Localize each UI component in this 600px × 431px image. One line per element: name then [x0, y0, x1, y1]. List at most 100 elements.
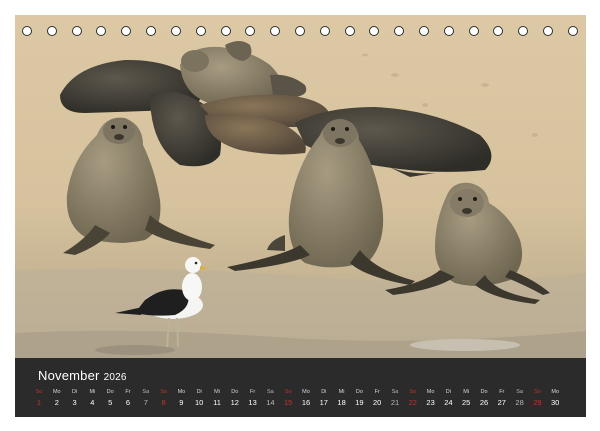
- weekday-label: Mi: [89, 389, 96, 395]
- weekday-label: Fr: [249, 389, 256, 395]
- year-label: 2026: [103, 372, 127, 383]
- weekday-label: Do: [480, 389, 488, 395]
- day-number: 25: [462, 398, 471, 407]
- calendar-day: Mi 4: [84, 388, 100, 408]
- binding-hole: [294, 26, 305, 36]
- day-number: 18: [337, 398, 346, 407]
- day-number: 29: [533, 398, 542, 407]
- calendar-day: Sa 28: [512, 388, 528, 408]
- binding-hole: [567, 26, 578, 36]
- day-number: 15: [284, 398, 293, 407]
- calendar-day: Sa 7: [138, 388, 154, 408]
- day-number: 24: [444, 398, 453, 407]
- weekday-label: Mo: [302, 389, 310, 395]
- weekday-label: Di: [196, 389, 202, 395]
- weekday-label: Mi: [214, 389, 220, 395]
- spiral-binding: [22, 24, 578, 38]
- calendar-day: Fr 27: [494, 388, 510, 408]
- weekday-label: So: [35, 389, 43, 395]
- calendar-day: So 1: [31, 388, 47, 408]
- binding-hole: [468, 26, 479, 36]
- calendar-day: Mo 9: [173, 388, 189, 408]
- binding-hole: [394, 26, 405, 36]
- day-number: 1: [36, 398, 42, 407]
- weekday-label: Do: [106, 389, 114, 395]
- calendar-day: So 29: [529, 388, 545, 408]
- day-number: 7: [143, 398, 148, 407]
- weekday-label: So: [409, 389, 417, 395]
- calendar-day: Fr 6: [120, 388, 136, 408]
- weekday-label: So: [160, 389, 167, 395]
- weekday-label: Fr: [374, 389, 380, 395]
- binding-hole: [319, 26, 330, 36]
- weekday-label: Di: [445, 389, 451, 395]
- weekday-label: Fr: [499, 389, 505, 395]
- calendar-page: November 2026 So 1 Mo 2 Di 3 Mi 4 Do 5 Fr 6 Sa 7 So 8 Mo 9…: [0, 0, 600, 431]
- calendar-day: So 22: [405, 388, 421, 408]
- day-number: 5: [108, 398, 113, 407]
- day-number: 26: [479, 398, 489, 407]
- day-number: 30: [551, 398, 560, 407]
- day-number: 2: [54, 398, 59, 407]
- day-number: 16: [301, 398, 311, 407]
- day-number: 20: [373, 398, 382, 407]
- day-number: 10: [195, 398, 204, 407]
- day-number: 8: [161, 398, 166, 407]
- weekday-label: Mo: [551, 389, 559, 395]
- calendar-day: Fr 20: [369, 388, 385, 408]
- weekday-label: Sa: [142, 389, 150, 395]
- month-title: November 2026: [38, 368, 127, 383]
- weekday-label: Fr: [125, 389, 131, 395]
- binding-hole: [518, 26, 529, 36]
- binding-hole: [270, 26, 281, 36]
- weekday-label: Mo: [52, 389, 61, 395]
- day-number: 11: [213, 398, 221, 407]
- calendar-day: Di 24: [440, 388, 456, 408]
- calendar-day: Mo 23: [423, 388, 439, 408]
- day-number: 13: [248, 398, 257, 407]
- binding-hole: [419, 26, 429, 36]
- calendar-day: Di 10: [191, 388, 207, 408]
- day-number: 3: [72, 398, 77, 407]
- binding-hole: [369, 26, 380, 36]
- calendar-day: Sa 21: [387, 388, 403, 408]
- calendar-bar: November 2026 So 1 Mo 2 Di 3 Mi 4 Do 5 Fr 6 Sa 7 So 8 Mo 9…: [15, 358, 586, 417]
- binding-hole: [543, 26, 554, 36]
- binding-hole: [344, 26, 355, 36]
- day-number: 22: [408, 398, 417, 407]
- day-strip: So 1 Mo 2 Di 3 Mi 4 Do 5 Fr 6 Sa 7 So 8 Mo 9 Di 10 Mi 11 Do 12 F…: [31, 388, 569, 412]
- calendar-day: Fr 13: [245, 388, 261, 408]
- day-number: 12: [230, 398, 239, 407]
- day-number: 9: [179, 398, 184, 407]
- calendar-day: Mi 18: [334, 388, 350, 408]
- seal-beach-photo: [15, 15, 586, 358]
- calendar-day: Mi 25: [458, 388, 474, 408]
- binding-hole: [46, 26, 57, 36]
- day-number: 14: [266, 398, 275, 407]
- calendar-day: So 8: [156, 388, 172, 408]
- calendar-day: Mo 16: [298, 388, 314, 408]
- binding-hole: [22, 26, 32, 36]
- weekday-label: Di: [321, 389, 327, 395]
- weekday-label: Mo: [177, 389, 186, 395]
- calendar-day: So 15: [280, 388, 296, 408]
- binding-hole: [443, 26, 454, 36]
- binding-hole: [245, 26, 256, 36]
- weekday-label: Mo: [426, 389, 435, 395]
- calendar-day: Mo 30: [547, 388, 563, 408]
- binding-hole: [121, 26, 132, 36]
- weekday-label: Do: [231, 389, 239, 395]
- day-number: 23: [426, 398, 435, 407]
- weekday-label: Do: [355, 389, 363, 395]
- calendar-day: Di 3: [67, 388, 83, 408]
- weekday-label: Di: [71, 389, 78, 395]
- calendar-day: Di 17: [316, 388, 332, 408]
- day-number: 21: [390, 398, 400, 407]
- calendar-day: Sa 14: [262, 388, 278, 408]
- binding-hole: [493, 26, 504, 36]
- weekday-label: Mi: [463, 389, 470, 395]
- binding-hole: [195, 26, 206, 36]
- binding-hole: [96, 26, 107, 36]
- day-number: 4: [90, 398, 95, 407]
- day-number: 17: [319, 398, 328, 407]
